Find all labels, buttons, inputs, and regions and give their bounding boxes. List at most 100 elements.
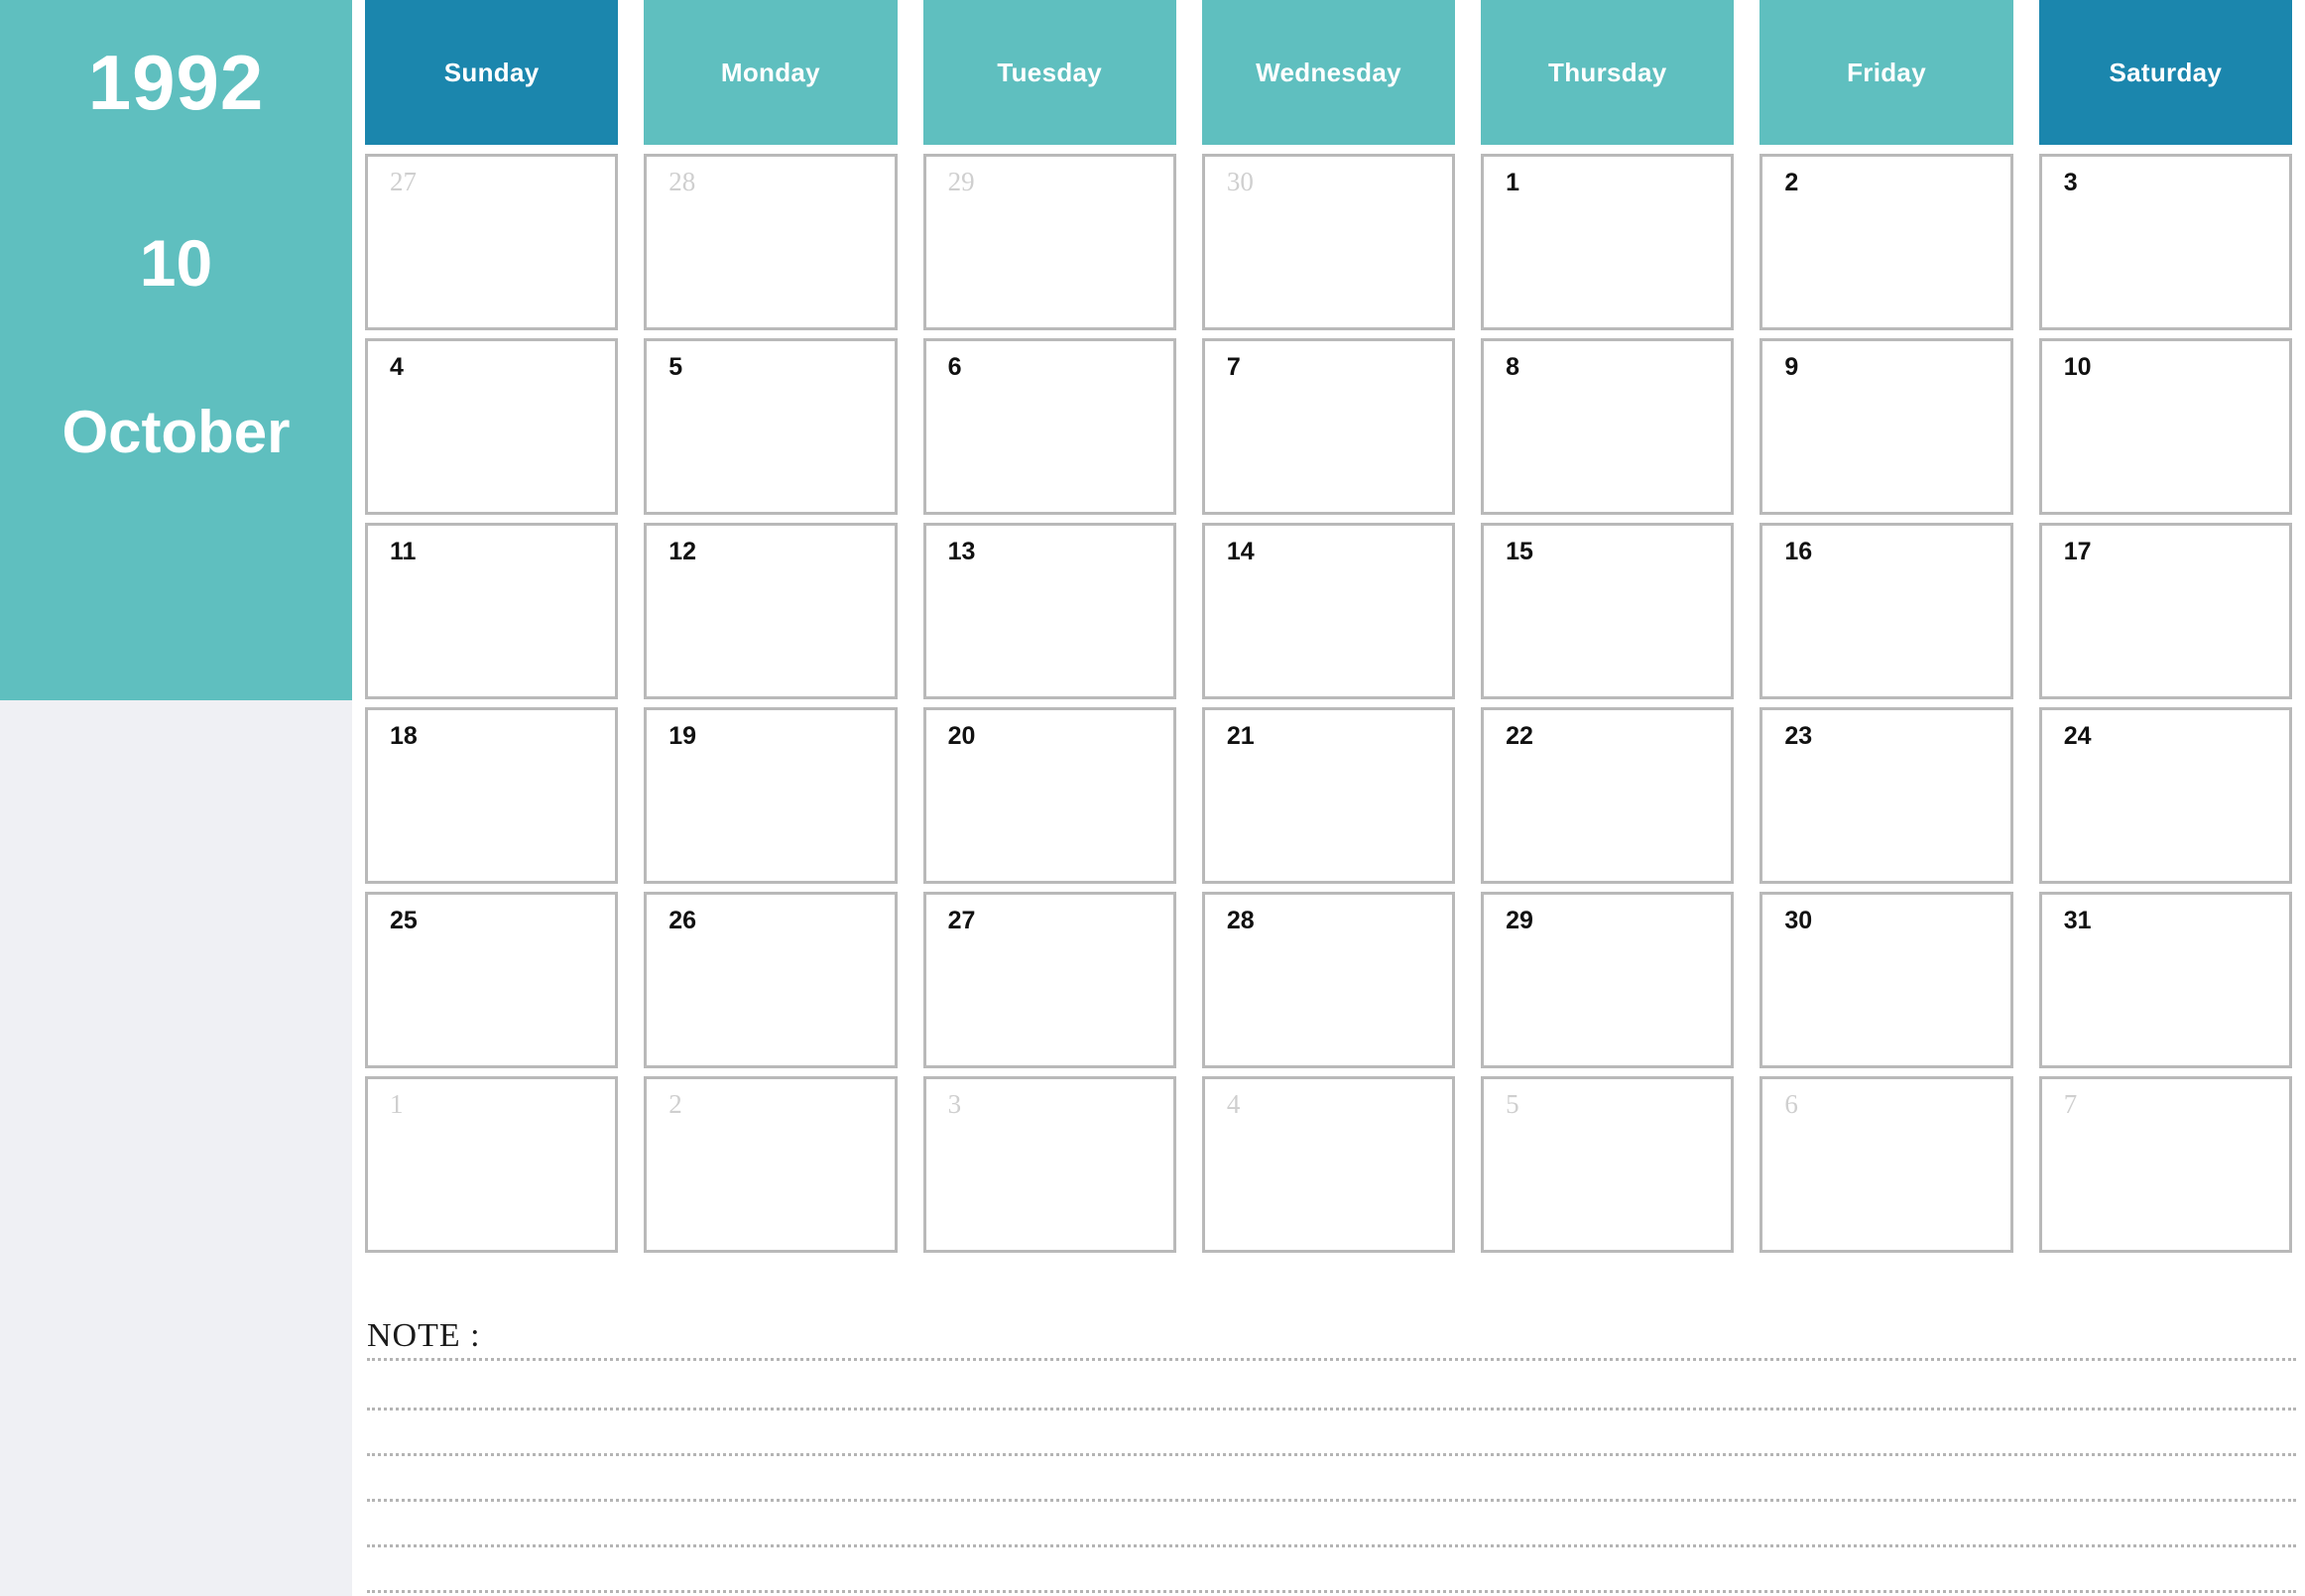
- day-cell[interactable]: 3: [2038, 154, 2292, 330]
- note-line[interactable]: [367, 1590, 2296, 1596]
- day-cell-wrapper: 19: [631, 707, 910, 892]
- day-cell-wrapper: 23: [1747, 707, 2025, 892]
- weekday-header-label: Saturday: [2109, 57, 2223, 87]
- day-cell[interactable]: 18: [365, 707, 619, 884]
- day-cell[interactable]: 28: [1201, 892, 1456, 1068]
- day-cell-wrapper: 3: [2026, 154, 2305, 338]
- day-number: 19: [668, 722, 697, 750]
- day-number: 21: [1226, 722, 1255, 750]
- weekday-header-label: Sunday: [443, 57, 540, 87]
- day-number: 13: [947, 538, 976, 565]
- calendar-week-row: 4 5 6 7 8 9 10: [352, 338, 2305, 523]
- day-cell[interactable]: 25: [365, 892, 619, 1068]
- day-number: 7: [2063, 1089, 2078, 1119]
- day-number: 31: [2063, 907, 2092, 934]
- month-number-label: 10: [139, 226, 213, 300]
- day-cell-wrapper: 30: [1189, 154, 1468, 338]
- day-cell-wrapper: 16: [1747, 523, 2025, 707]
- day-number: 4: [390, 353, 404, 381]
- day-cell-wrapper: 24: [2026, 707, 2305, 892]
- day-cell[interactable]: 13: [922, 523, 1176, 699]
- day-number: 2: [1784, 169, 1799, 196]
- day-number: 29: [1506, 907, 1533, 934]
- day-cell-wrapper: 2: [1747, 154, 2025, 338]
- day-cell-wrapper: 3: [910, 1076, 1189, 1261]
- day-cell[interactable]: 7: [1201, 338, 1456, 515]
- day-cell[interactable]: 12: [644, 523, 898, 699]
- day-number: 4: [1226, 1089, 1241, 1119]
- note-line[interactable]: [367, 1408, 2296, 1453]
- day-cell-wrapper: 14: [1189, 523, 1468, 707]
- day-cell-wrapper: 4: [1189, 1076, 1468, 1261]
- day-cell-outside-month[interactable]: 4: [1201, 1076, 1456, 1253]
- day-cell[interactable]: 8: [1481, 338, 1735, 515]
- day-cell[interactable]: 9: [1759, 338, 2013, 515]
- day-cell[interactable]: 14: [1201, 523, 1456, 699]
- calendar-page: 1992 10 October Sunday Monday Tuesday Wedne…: [0, 0, 2305, 1596]
- day-cell-wrapper: 15: [1468, 523, 1747, 707]
- day-cell-outside-month[interactable]: 28: [644, 154, 898, 330]
- day-number: 8: [1506, 353, 1520, 381]
- day-cell-outside-month[interactable]: 3: [922, 1076, 1176, 1253]
- day-number: 28: [668, 167, 696, 196]
- day-cell[interactable]: 17: [2038, 523, 2292, 699]
- day-number: 9: [1784, 353, 1799, 381]
- day-number: 3: [2063, 169, 2078, 196]
- day-cell[interactable]: 20: [922, 707, 1176, 884]
- day-cell[interactable]: 23: [1759, 707, 2013, 884]
- weekday-header-thursday: Thursday: [1481, 0, 1735, 145]
- day-cell-outside-month[interactable]: 7: [2038, 1076, 2292, 1253]
- day-cell[interactable]: 22: [1481, 707, 1735, 884]
- day-cell-wrapper: 31: [2026, 892, 2305, 1076]
- day-number: 7: [1226, 353, 1241, 381]
- day-cell[interactable]: 6: [922, 338, 1176, 515]
- day-cell[interactable]: 4: [365, 338, 619, 515]
- calendar-weeks: 27 28 29 30 1 2 3 4 5 6 7 8 9 10 11 12 13 14 15 16 17 18 19 20 2…: [352, 154, 2305, 1261]
- note-line[interactable]: [367, 1358, 2296, 1408]
- note-lines[interactable]: [367, 1358, 2296, 1596]
- day-cell[interactable]: 21: [1201, 707, 1456, 884]
- calendar-grid: Sunday Monday Tuesday Wednesday Thursday Frid…: [352, 0, 2305, 1260]
- note-line[interactable]: [367, 1453, 2296, 1499]
- day-cell-outside-month[interactable]: 6: [1759, 1076, 2013, 1253]
- weekday-header-cell: Monday: [631, 0, 910, 154]
- weekday-header-monday: Monday: [644, 0, 898, 145]
- day-number: 23: [1784, 722, 1813, 750]
- note-line[interactable]: [367, 1499, 2296, 1544]
- day-cell[interactable]: 5: [644, 338, 898, 515]
- day-cell[interactable]: 27: [922, 892, 1176, 1068]
- note-label: NOTE :: [367, 1317, 481, 1354]
- day-cell-wrapper: 6: [910, 338, 1189, 523]
- day-cell[interactable]: 31: [2038, 892, 2292, 1068]
- day-cell[interactable]: 11: [365, 523, 619, 699]
- day-number: 1: [390, 1089, 404, 1119]
- day-cell-outside-month[interactable]: 2: [644, 1076, 898, 1253]
- day-cell-wrapper: 28: [1189, 892, 1468, 1076]
- day-cell[interactable]: 2: [1759, 154, 2013, 330]
- weekday-header-label: Friday: [1847, 57, 1926, 87]
- note-line[interactable]: [367, 1544, 2296, 1590]
- day-cell-wrapper: 6: [1747, 1076, 2025, 1261]
- day-cell-wrapper: 2: [631, 1076, 910, 1261]
- day-cell-outside-month[interactable]: 27: [365, 154, 619, 330]
- day-cell[interactable]: 16: [1759, 523, 2013, 699]
- day-cell[interactable]: 15: [1481, 523, 1735, 699]
- day-cell-wrapper: 30: [1747, 892, 2025, 1076]
- year-label: 1992: [87, 39, 265, 126]
- day-cell[interactable]: 26: [644, 892, 898, 1068]
- day-cell-outside-month[interactable]: 29: [922, 154, 1176, 330]
- day-number: 29: [947, 167, 975, 196]
- day-cell[interactable]: 30: [1759, 892, 2013, 1068]
- weekday-header-label: Thursday: [1548, 57, 1667, 87]
- day-cell-wrapper: 8: [1468, 338, 1747, 523]
- day-cell[interactable]: 29: [1481, 892, 1735, 1068]
- day-cell[interactable]: 19: [644, 707, 898, 884]
- day-cell[interactable]: 1: [1481, 154, 1735, 330]
- day-cell-outside-month[interactable]: 5: [1481, 1076, 1735, 1253]
- day-cell-outside-month[interactable]: 1: [365, 1076, 619, 1253]
- day-cell-outside-month[interactable]: 30: [1201, 154, 1456, 330]
- day-cell[interactable]: 24: [2038, 707, 2292, 884]
- day-number: 5: [1506, 1089, 1519, 1119]
- day-number: 15: [1506, 538, 1533, 565]
- day-cell[interactable]: 10: [2038, 338, 2292, 515]
